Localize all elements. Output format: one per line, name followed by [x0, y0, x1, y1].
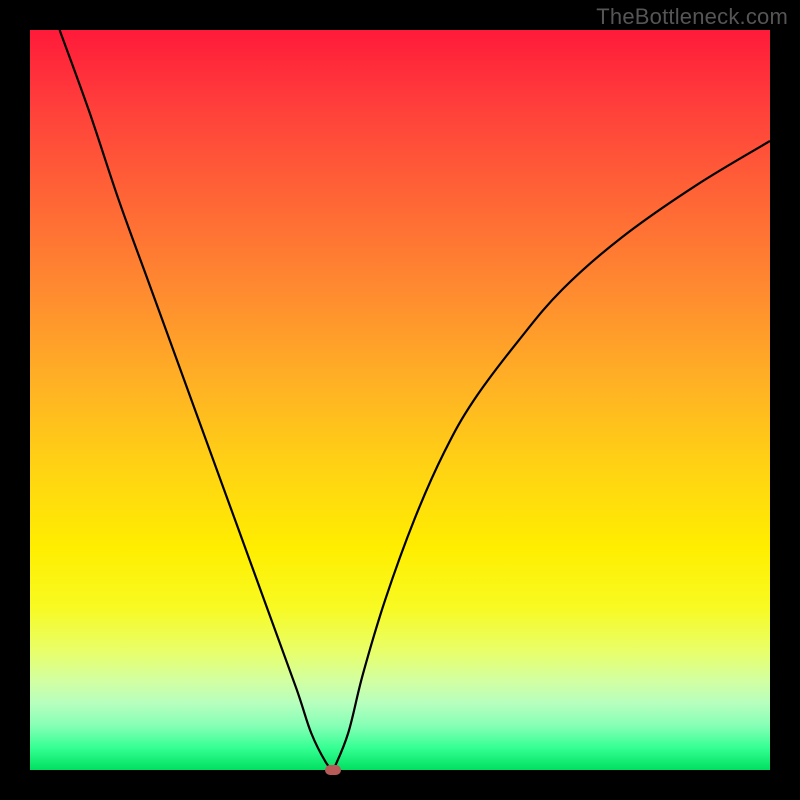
curve-left-branch — [60, 30, 334, 770]
bottleneck-curve — [30, 30, 770, 770]
curve-right-branch — [333, 141, 770, 770]
watermark-text: TheBottleneck.com — [596, 4, 788, 30]
optimal-point-marker — [325, 765, 341, 775]
chart-plot-area — [30, 30, 770, 770]
